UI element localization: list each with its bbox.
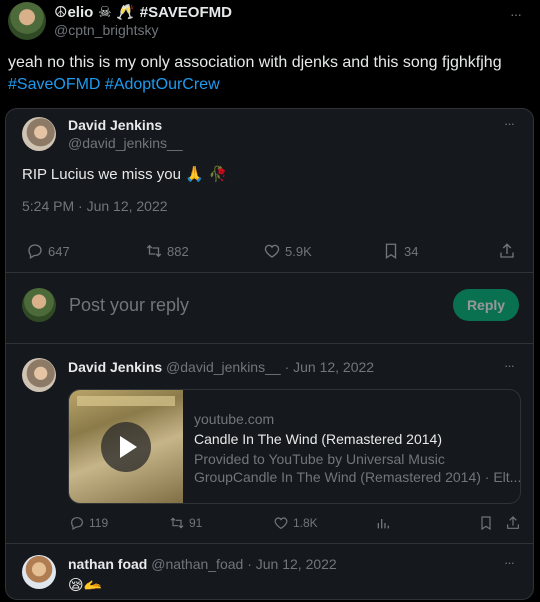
heart-icon: [273, 515, 289, 531]
quoted-author-name[interactable]: David Jenkins: [68, 117, 162, 133]
emoji-text: 🙏 🥀: [185, 165, 228, 183]
link-description: Provided to YouTube by Universal Music: [194, 451, 445, 467]
avatar[interactable]: [22, 117, 56, 151]
author-line: ☮elio ☠ 🥂 #SAVEOFMD: [54, 3, 232, 21]
reply-input[interactable]: Post your reply: [69, 295, 189, 316]
skull-icon: ☠: [93, 3, 112, 21]
retweet-count: 882: [167, 243, 189, 259]
reply-date[interactable]: · Jun 12, 2022: [247, 556, 337, 572]
link-domain: youtube.com: [194, 411, 275, 427]
like-count: 1.8K: [293, 516, 318, 530]
cheers-icon: 🥂: [111, 3, 140, 21]
more-options-button[interactable]: ···: [504, 555, 515, 570]
reply-count: 119: [89, 516, 109, 530]
reply-icon: [26, 242, 44, 260]
avatar[interactable]: [22, 555, 56, 589]
retweet-icon: [169, 515, 185, 531]
avatar[interactable]: [22, 358, 56, 392]
divider: [6, 343, 533, 344]
divider: [6, 543, 533, 544]
retweet-count: 91: [189, 516, 203, 530]
play-icon: [120, 436, 137, 458]
bookmark-icon[interactable]: [478, 515, 494, 531]
retweet-icon: [145, 242, 163, 260]
more-options-button[interactable]: ···: [510, 6, 522, 22]
link-title: Candle In The Wind (Remastered 2014): [194, 431, 442, 447]
play-button[interactable]: [101, 422, 151, 472]
name-suffix: #SAVEOFMD: [139, 4, 232, 21]
share-icon[interactable]: [498, 242, 516, 260]
more-options-button[interactable]: ···: [504, 116, 515, 131]
peace-icon: ☮: [54, 4, 68, 21]
quoted-text: RIP Lucius we miss you 🙏 🥀: [22, 165, 227, 183]
reply-author-handle[interactable]: @nathan_foad: [151, 556, 243, 572]
bookmark-icon: [382, 242, 400, 260]
quoted-text-body: RIP Lucius we miss you: [22, 166, 181, 183]
like-count-button[interactable]: 5.9K: [263, 242, 312, 260]
more-options-button[interactable]: ···: [504, 358, 515, 373]
reply-emoji-text: 😪🫴: [68, 576, 103, 594]
views-icon[interactable]: [375, 515, 391, 531]
heart-icon: [263, 242, 281, 260]
reply-count-button[interactable]: 119: [69, 515, 108, 531]
handle[interactable]: @cptn_brightsky: [54, 22, 158, 38]
display-name[interactable]: elio: [67, 4, 93, 21]
divider: [6, 272, 533, 273]
hashtags[interactable]: #SaveOFMD #AdoptOurCrew: [8, 76, 220, 94]
like-count: 5.9K: [285, 243, 312, 259]
share-icon[interactable]: [505, 515, 521, 531]
link-preview-card[interactable]: youtube.com Candle In The Wind (Remaster…: [68, 389, 521, 504]
reply-author-line: nathan foad @nathan_foad · Jun 12, 2022: [68, 556, 337, 572]
thumbnail-art: [77, 396, 175, 406]
tweet-text: yeah no this is my only association with…: [8, 54, 502, 71]
bookmark-count-button[interactable]: 34: [382, 242, 418, 260]
reply-author-name[interactable]: David Jenkins: [68, 359, 162, 375]
reply-count: 647: [48, 243, 70, 259]
retweet-count-button[interactable]: 91: [169, 515, 202, 531]
quoted-timestamp[interactable]: 5:24 PM · Jun 12, 2022: [22, 198, 168, 214]
reply-count-button[interactable]: 647: [26, 242, 70, 260]
video-thumbnail: [69, 390, 183, 503]
reply-button-label: Reply: [466, 297, 506, 313]
avatar[interactable]: [8, 2, 46, 40]
link-description-cont: GroupCandle In The Wind (Remastered 2014…: [194, 469, 521, 485]
like-count-button[interactable]: 1.8K: [273, 515, 318, 531]
quoted-author-handle[interactable]: @david_jenkins__: [68, 135, 183, 151]
reply-author-line: David Jenkins @david_jenkins__ · Jun 12,…: [68, 359, 374, 375]
reply-author-handle[interactable]: @david_jenkins__: [166, 359, 281, 375]
reply-icon: [69, 515, 85, 531]
reply-author-name[interactable]: nathan foad: [68, 556, 147, 572]
reply-button[interactable]: Reply: [453, 289, 519, 321]
reply-date[interactable]: · Jun 12, 2022: [285, 359, 375, 375]
bookmark-count: 34: [404, 243, 419, 259]
avatar: [22, 288, 56, 322]
retweet-count-button[interactable]: 882: [145, 242, 189, 260]
